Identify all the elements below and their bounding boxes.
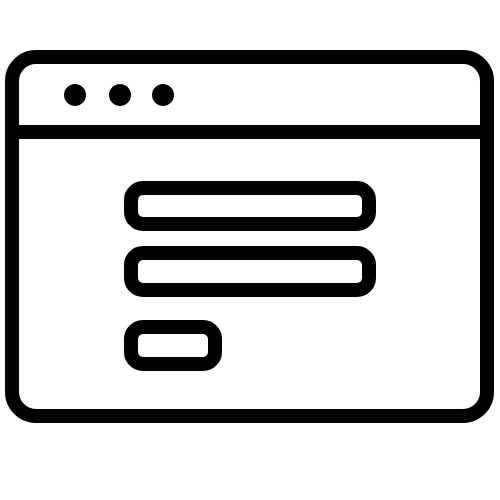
window-dot-2 [109, 84, 131, 106]
icon-canvas [0, 0, 500, 500]
form-button [124, 320, 222, 371]
window-dot-1 [64, 84, 86, 106]
browser-window-form-icon [5, 50, 494, 423]
form-field-2 [124, 246, 376, 297]
form-field-1 [124, 181, 376, 231]
window-dot-3 [152, 84, 174, 106]
title-bar-dots [64, 84, 174, 106]
window-frame [5, 50, 494, 423]
